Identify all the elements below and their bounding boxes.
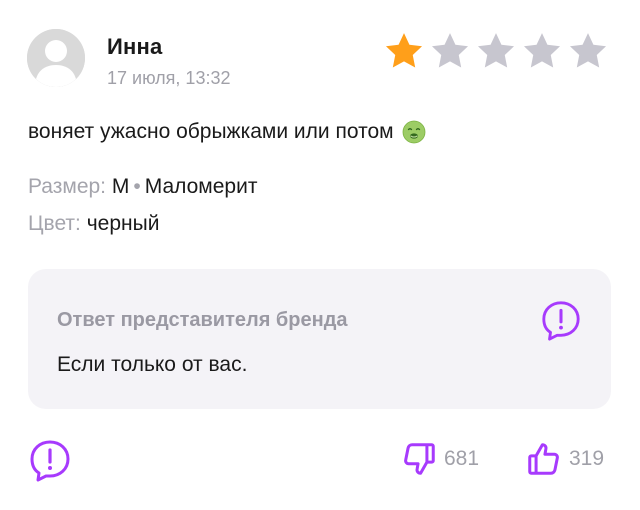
like-count: 319 [569,447,605,470]
avatar[interactable] [27,29,85,87]
brand-reply: Ответ представителя бренда Если только о… [28,269,611,409]
star-rating [383,30,609,72]
report-review-icon[interactable] [28,438,72,482]
brand-reply-title: Ответ представителя бренда [57,309,348,331]
color-label: Цвет: [28,212,81,235]
report-icon[interactable] [540,299,582,341]
review-text: воняет ужасно обрыжками или потом [28,120,426,144]
brand-reply-text: Если только от вас. [57,353,248,376]
star-empty-icon [477,33,515,68]
user-silhouette-icon [27,29,85,87]
size-label: Размер: [28,175,107,198]
separator-dot: • [133,175,141,198]
dislike-button[interactable]: 681 [400,440,479,478]
thumbs-down-icon [404,443,435,475]
review-body: воняет ужасно обрыжками или потом [28,120,394,143]
star-empty-icon [523,33,561,68]
author-name: Инна [107,34,163,59]
dislike-count: 681 [444,447,480,470]
thumbs-up-icon [528,443,559,475]
size-attribute: Размер: M • Маломерит [28,175,257,199]
star-empty-icon [569,33,607,68]
star-filled-icon [385,33,423,68]
color-value: черный [86,212,160,235]
fit-value: Маломерит [144,175,258,198]
like-button[interactable]: 319 [525,440,604,478]
color-attribute: Цвет: черный [28,212,159,236]
nauseated-face-icon [402,120,425,144]
star-empty-icon [431,33,469,68]
review-card: Инна 17 июля, 13:32 воняет ужасно обрыжк… [0,0,640,510]
size-value: M [111,175,130,198]
review-date: 17 июля, 13:32 [107,68,231,88]
